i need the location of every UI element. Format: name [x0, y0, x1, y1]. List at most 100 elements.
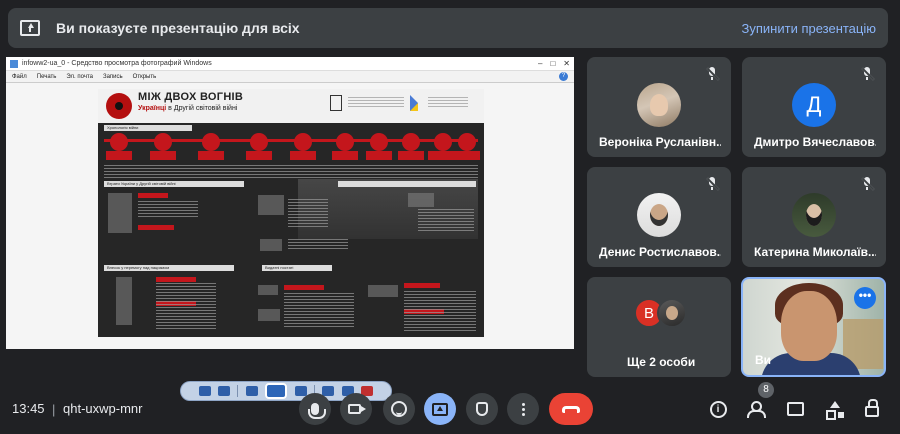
present-screen-icon	[20, 20, 40, 36]
menu-open: Открыть	[132, 73, 157, 80]
participant-name: Катерина Миколаїв...	[754, 245, 876, 259]
timeline-descriptions	[104, 165, 478, 179]
plane-silhouette	[258, 285, 278, 295]
participant-tile[interactable]: Вероніка Русланівн...	[587, 57, 731, 157]
lock-icon	[865, 399, 879, 417]
mic-off-icon	[705, 67, 720, 81]
culture-text	[288, 239, 348, 251]
divider: |	[52, 402, 56, 417]
self-name: Ви	[755, 353, 772, 367]
hero-name	[284, 285, 324, 290]
poster-section-losses: Втрати України у Другій світовій війні	[104, 181, 244, 187]
next-icon	[294, 386, 307, 396]
window-titlebar: infoww2-ua_0 - Средство просмотра фотогр…	[6, 57, 574, 71]
more-vert-icon	[521, 402, 525, 416]
ukraine-crisis-logo-icon	[410, 95, 418, 111]
menu-email: Эл. почта	[66, 73, 93, 80]
institute-logo-text	[348, 97, 404, 109]
repression-text	[288, 199, 328, 229]
shared-screen: infoww2-ua_0 - Средство просмотра фотогр…	[6, 57, 574, 401]
poster-section-repressions	[338, 181, 476, 187]
losses-figure	[138, 193, 168, 198]
participant-name: Денис Ростиславов...	[599, 245, 721, 259]
microphone-icon	[308, 403, 326, 419]
deportation-text	[418, 209, 474, 233]
timeline-date	[366, 151, 392, 160]
activities-button[interactable]	[824, 399, 844, 420]
poster-section-chrono: Хронологія війни	[104, 125, 192, 131]
host-controls-button[interactable]	[862, 399, 882, 419]
soldiers-silhouette	[108, 193, 132, 233]
zoom-icon	[198, 386, 211, 396]
reactions-button[interactable]	[383, 393, 415, 425]
participant-tile[interactable]: Катерина Миколаїв...	[742, 167, 886, 267]
avatar	[792, 193, 836, 237]
more-participants-label: Ще 2 особи	[627, 355, 696, 369]
timeline-node	[202, 133, 220, 151]
chat-button[interactable]	[785, 399, 805, 419]
meeting-code: qht-uxwp-mnr	[63, 401, 143, 416]
avatar: Д	[792, 83, 836, 127]
participant-tile[interactable]: Д Дмитро Вячеславов...	[742, 57, 886, 157]
window-title: infoww2-ua_0 - Средство просмотра фотогр…	[22, 60, 212, 67]
menu-print: Печать	[36, 73, 57, 80]
microphone-button[interactable]	[299, 393, 331, 425]
timeline-node	[458, 133, 476, 151]
poppy-icon	[106, 93, 132, 119]
participant-tile[interactable]: Денис Ростиславов...	[587, 167, 731, 267]
raise-hand-button[interactable]	[466, 393, 498, 425]
poster-section-contribution: Внесок у перемогу над нацизмом	[104, 265, 234, 271]
hero-text	[284, 293, 354, 329]
presentation-status-text: Ви показуєте презентацію для всіх	[56, 20, 300, 36]
timeline-date	[428, 151, 454, 160]
mic-off-icon	[860, 67, 875, 81]
timeline-date	[198, 151, 224, 160]
menu-burn: Запись	[102, 73, 123, 80]
timeline-date	[290, 151, 316, 160]
photo-viewer-canvas: МІЖ ДВОХ ВОГНІВ Українці в Другій світов…	[6, 83, 574, 401]
timeline-date	[454, 151, 480, 160]
camera-button[interactable]	[340, 393, 372, 425]
leave-call-button[interactable]	[549, 393, 593, 425]
poster-subtitle: Українці в Другій світовій війні	[138, 105, 238, 112]
photo-viewer-icon	[10, 60, 18, 68]
chat-icon	[786, 402, 804, 416]
timeline-date	[150, 151, 176, 160]
presentation-banner: Ви показуєте презентацію для всіх Зупини…	[8, 8, 888, 48]
book-silhouette	[260, 239, 282, 251]
timeline-date	[106, 151, 132, 160]
phone-hangup-icon	[562, 405, 580, 413]
avatar	[657, 298, 687, 328]
losses-text	[138, 201, 198, 219]
hero-text	[404, 291, 476, 331]
timeline-date	[398, 151, 424, 160]
timeline-node	[336, 133, 354, 151]
soldier-silhouette	[116, 277, 132, 325]
help-icon: ?	[559, 72, 568, 81]
timeline-node	[402, 133, 420, 151]
timeline-node	[294, 133, 312, 151]
slideshow-icon	[265, 383, 288, 399]
menu-file: Файл	[12, 73, 27, 80]
self-view-tile[interactable]: ••• Ви	[741, 277, 886, 377]
more-options-button[interactable]	[507, 393, 539, 425]
minimize-icon: –	[538, 59, 543, 68]
avatar	[637, 193, 681, 237]
mic-off-icon	[705, 177, 720, 191]
contribution-text	[156, 283, 216, 329]
timeline-node	[110, 133, 128, 151]
present-now-button[interactable]	[424, 393, 456, 425]
timeline-node	[154, 133, 172, 151]
losses-figure	[138, 225, 174, 230]
rotate-left-icon	[322, 386, 335, 396]
institute-logo-icon	[330, 95, 342, 111]
participant-name: Дмитро Вячеславов...	[754, 135, 876, 149]
previous-icon	[245, 386, 258, 396]
clock: 13:45	[12, 401, 45, 416]
people-button[interactable]	[746, 399, 766, 419]
poster-title: МІЖ ДВОХ ВОГНІВ	[138, 91, 244, 103]
more-participants-tile[interactable]: Ще 2 особи	[587, 277, 731, 377]
more-options-icon[interactable]: •••	[854, 287, 876, 309]
stop-presenting-button[interactable]: Зупинити презентацію	[742, 21, 876, 36]
meeting-details-button[interactable]: i	[708, 399, 728, 419]
